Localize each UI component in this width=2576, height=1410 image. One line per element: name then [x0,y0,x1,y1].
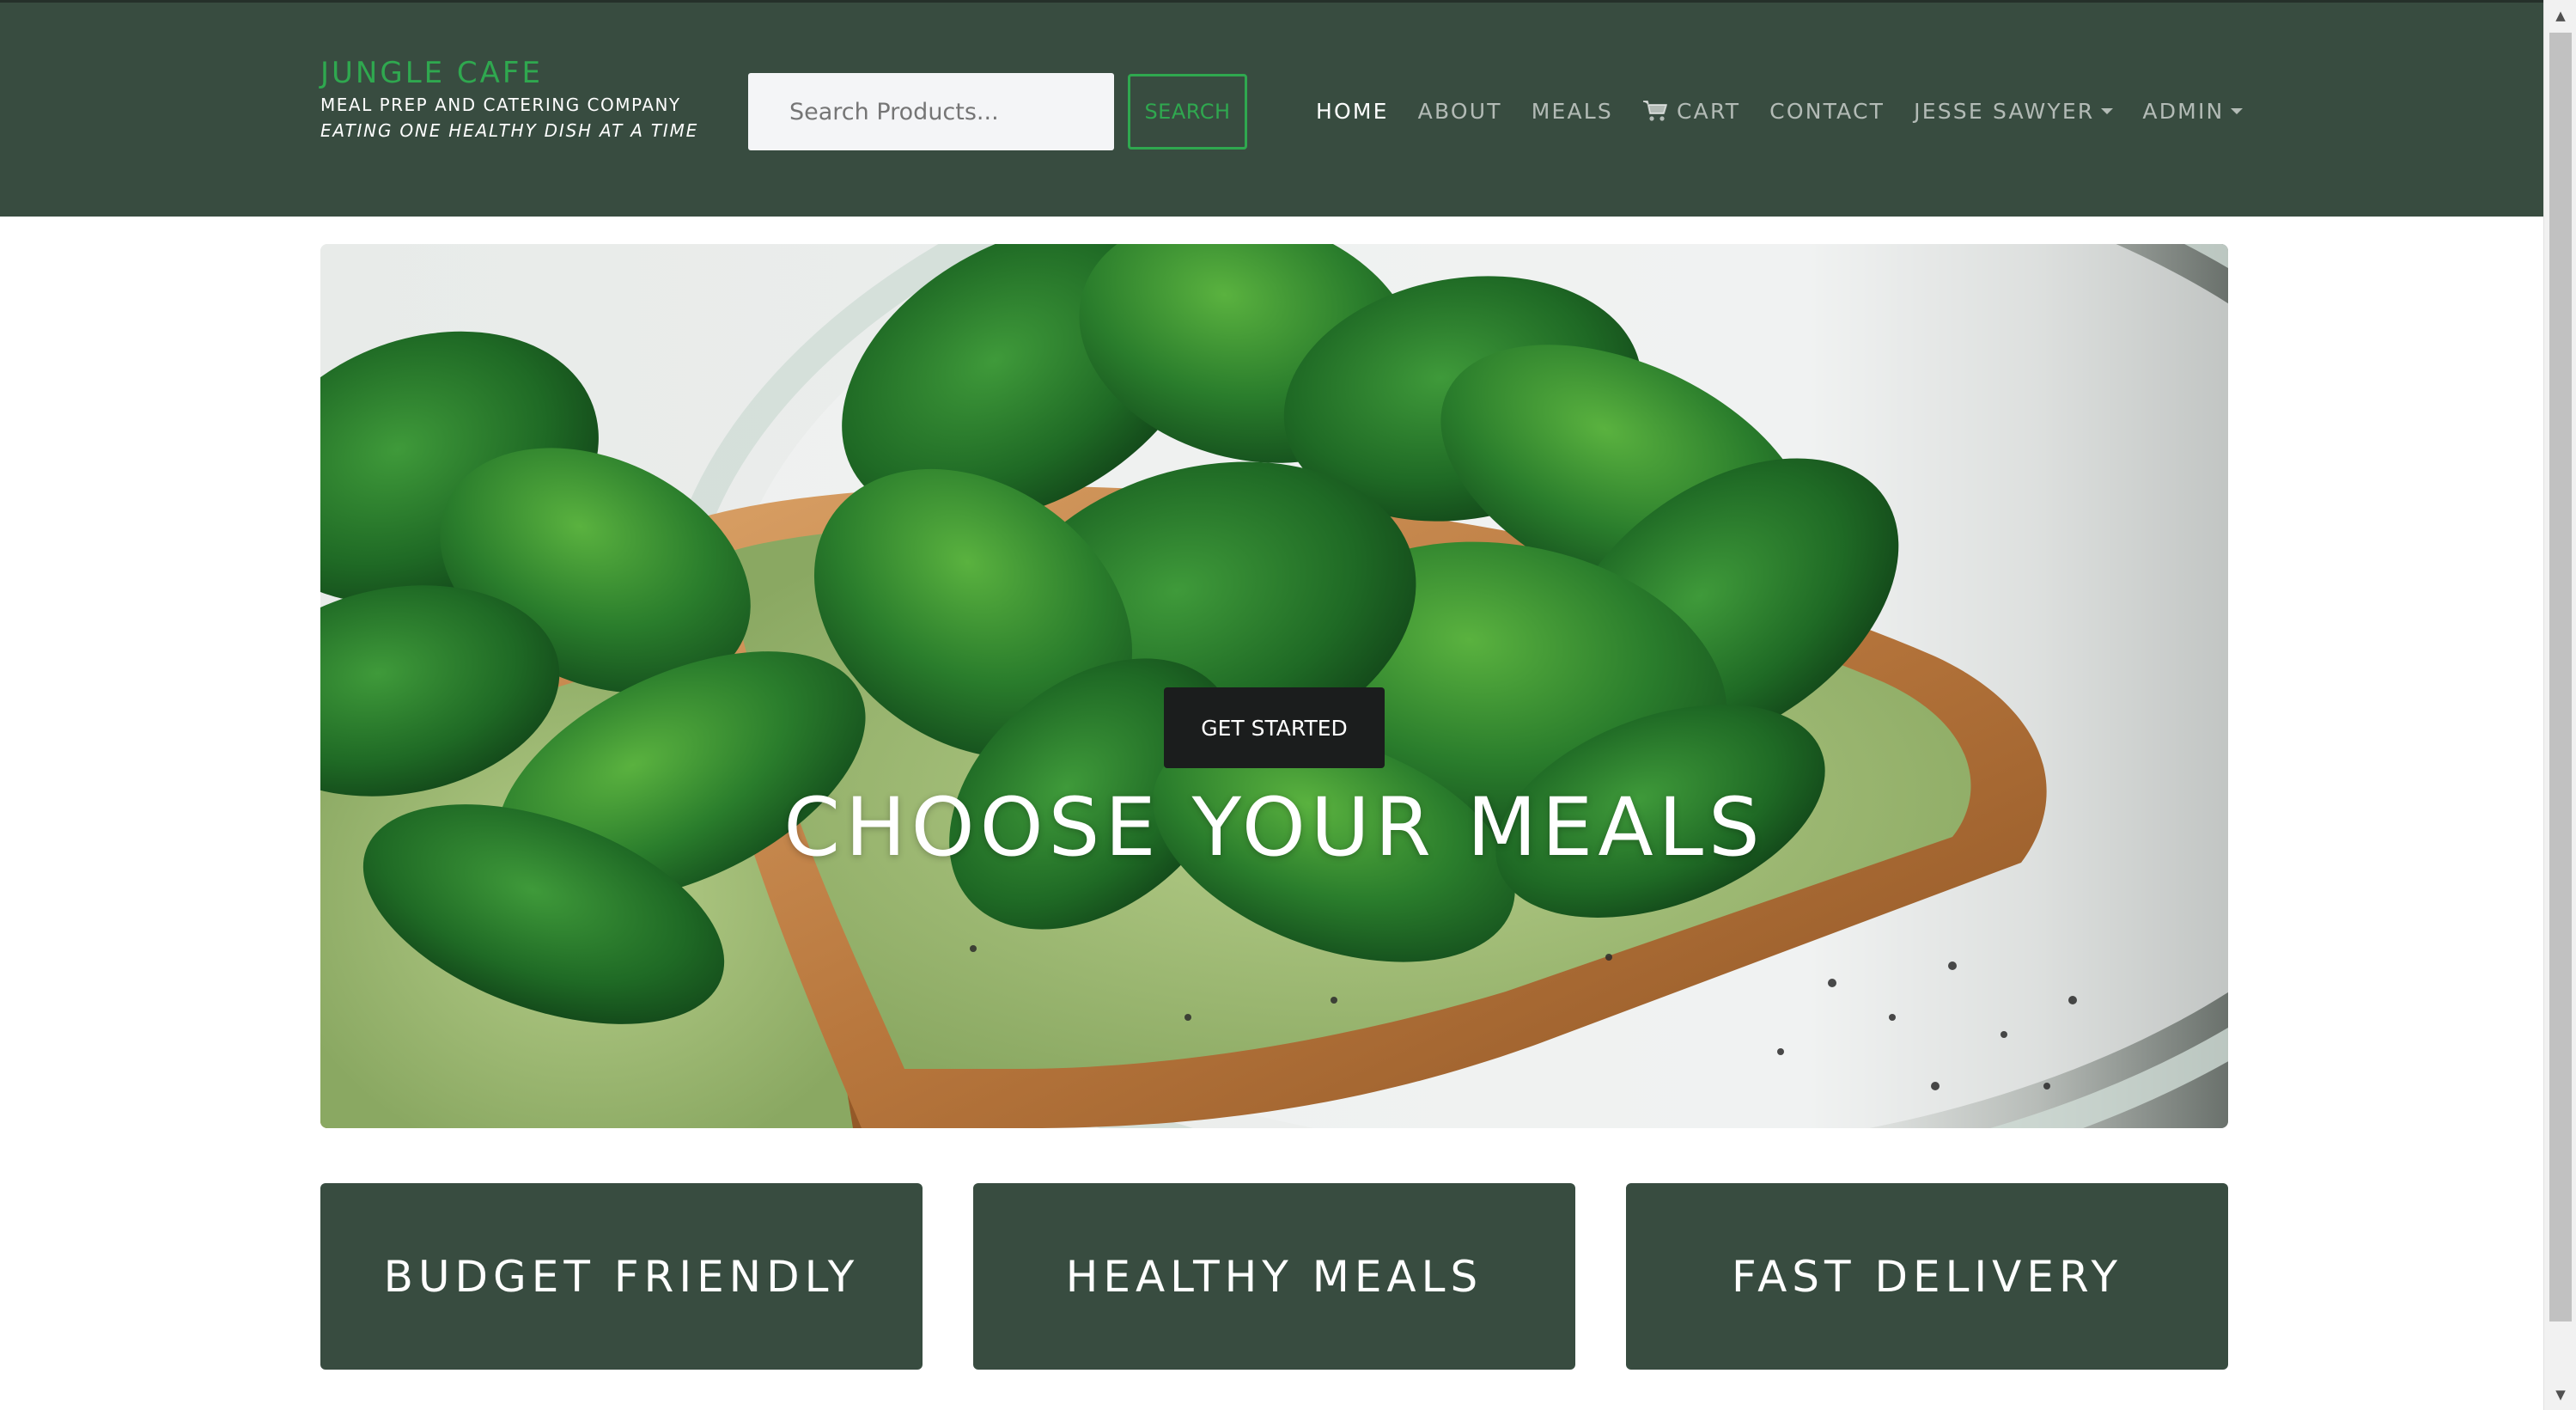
hero-banner: CHOOSE YOUR MEALS [320,244,2228,1128]
nav-contact[interactable]: CONTACT [1769,99,1885,124]
nav-meals-label: MEALS [1531,98,1613,124]
get-started-button[interactable]: GET STARTED [1164,687,1385,768]
user-menu-dropdown[interactable]: JESSE SAWYER [1914,98,2114,124]
brand-name[interactable]: JUNGLE CAFE [320,56,698,90]
hero-title: CHOOSE YOUR MEALS [783,781,1765,875]
nav-cart-label: CART [1676,98,1741,124]
caret-down-icon [2101,107,2114,114]
cart-icon [1642,100,1668,122]
navbar: JUNGLE CAFE MEAL PREP AND CATERING COMPA… [0,0,2543,217]
scroll-up-arrow-icon[interactable]: ▲ [2544,0,2576,31]
search-input[interactable] [748,73,1114,150]
feature-label: FAST DELIVERY [1731,1251,2123,1302]
page-scrollbar[interactable]: ▲ ▼ [2543,0,2576,1410]
nav-about[interactable]: ABOUT [1418,99,1502,124]
user-menu-label: JESSE SAWYER [1914,98,2095,124]
brand-tagline: MEAL PREP AND CATERING COMPANY [320,95,681,115]
search-button[interactable]: SEARCH [1128,74,1247,150]
scrollbar-thumb[interactable] [2549,33,2572,1321]
caret-down-icon [2231,107,2244,114]
feature-card-delivery: FAST DELIVERY [1626,1183,2228,1370]
nav-about-label: ABOUT [1417,98,1502,124]
nav-cart[interactable]: CART [1642,99,1740,124]
admin-menu-dropdown[interactable]: ADMIN [2142,98,2244,124]
feature-label: HEALTHY MEALS [1065,1251,1483,1302]
brand[interactable]: JUNGLE CAFE MEAL PREP AND CATERING COMPA… [320,56,698,143]
hero-image [320,244,2228,1128]
nav-contact-label: CONTACT [1769,98,1885,124]
feature-label: BUDGET FRIENDLY [383,1251,860,1302]
scroll-down-arrow-icon[interactable]: ▼ [2544,1379,2576,1410]
main-nav: HOME ABOUT MEALS CART CONTACT JESSE SAWY… [1316,92,2244,130]
nav-meals[interactable]: MEALS [1532,99,1613,124]
nav-home[interactable]: HOME [1316,99,1389,124]
admin-menu-label: ADMIN [2142,98,2225,124]
nav-home-label: HOME [1316,98,1389,124]
feature-card-healthy: HEALTHY MEALS [973,1183,1575,1370]
feature-card-budget: BUDGET FRIENDLY [320,1183,923,1370]
brand-slogan: EATING ONE HEALTHY DISH AT A TIME [320,120,699,141]
